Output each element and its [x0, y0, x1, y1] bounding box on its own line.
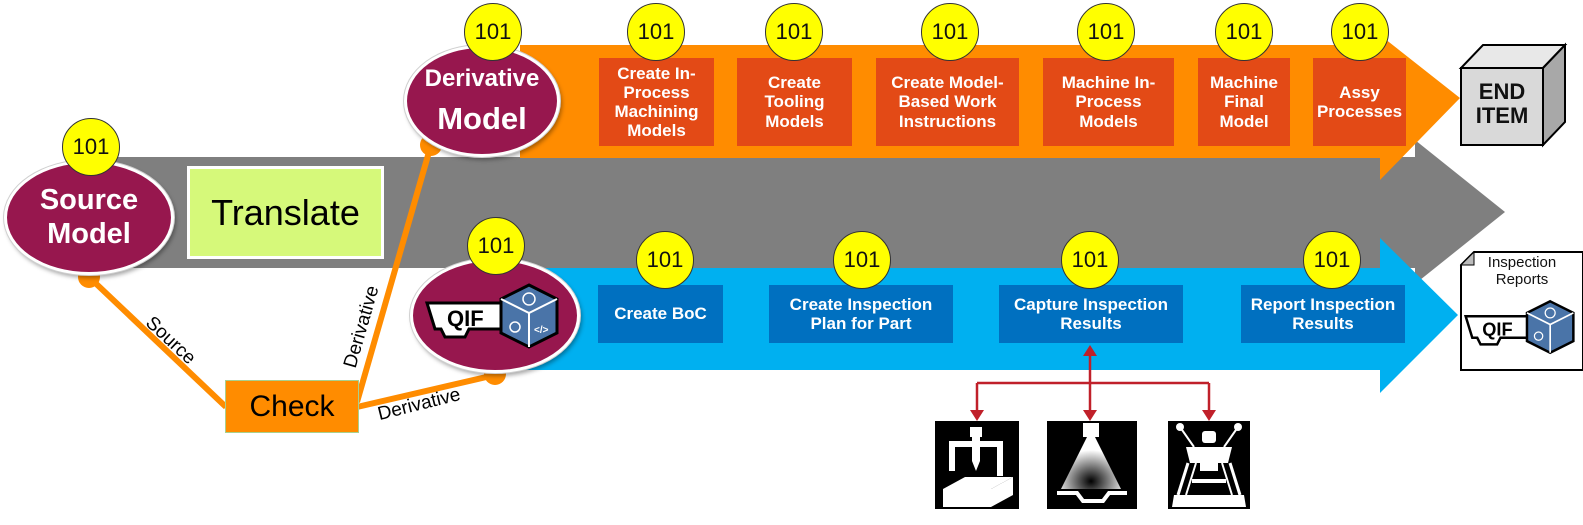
source-model-node[interactable]: Source Model	[4, 160, 174, 275]
orange-step-label-line: Models	[627, 121, 686, 141]
orange-step-label-line: Model	[1219, 111, 1269, 131]
orange-step-label-line: Tooling	[764, 92, 825, 112]
svg-text:QIF: QIF	[1482, 319, 1512, 339]
orange-step-badge: 101	[627, 3, 685, 61]
svg-text:QIF: QIF	[447, 306, 484, 331]
orange-step-badge: 101	[765, 3, 823, 61]
orange-step-badge: 101	[1077, 3, 1135, 61]
orange-step-label-line: Processes	[1316, 102, 1403, 121]
svg-text:</>: </>	[534, 325, 549, 336]
orange-step-label-line: Based Work	[898, 92, 997, 112]
orange-step-1[interactable]: Create In- Process Machining Models	[599, 58, 714, 146]
source-model-line2: Model	[47, 217, 131, 250]
source-model-line1: Source	[39, 184, 139, 217]
orange-step-label-line: Machine In-	[1061, 73, 1156, 93]
blue-step-label-line: Plan for Part	[810, 314, 912, 333]
orange-step-label-line: Instructions	[898, 111, 997, 131]
translate-label: Translate	[211, 191, 360, 233]
qif-model-node[interactable]: QIF </>	[410, 258, 580, 373]
blue-step-badge: 101	[636, 231, 694, 289]
link-arrowhead-arm	[1202, 410, 1216, 421]
source-model-badge: 101	[62, 118, 120, 176]
derivative-model-line2: Model	[437, 101, 527, 136]
orange-step-label-line: Models	[765, 111, 824, 131]
orange-step-label-line: Machining	[614, 102, 699, 121]
check-box[interactable]: Check	[225, 380, 359, 433]
scanner-device[interactable]	[1047, 421, 1137, 509]
inspection-reports-line2: Reports	[1495, 271, 1549, 289]
orange-step-label-line: Create	[768, 73, 821, 93]
cmm-device[interactable]	[935, 421, 1019, 509]
orange-step-3[interactable]: Create Model- Based Work Instructions	[876, 58, 1019, 146]
derivative-model-badge: 101	[464, 3, 522, 61]
orange-step-badge: 101	[921, 3, 979, 61]
orange-step-label-line: Create Model-	[891, 73, 1004, 93]
blue-step-label-line: Results	[1292, 314, 1354, 333]
orange-step-badge: 101	[1331, 3, 1389, 61]
orange-step-label-line: Process	[1075, 92, 1142, 112]
orange-step-badge: 101	[1215, 3, 1273, 61]
orange-step-label-line: Process	[623, 82, 690, 102]
blue-step-4[interactable]: Report Inspection Results	[1241, 285, 1405, 343]
check-label: Check	[249, 389, 335, 423]
orange-step-label-line: Create In-	[617, 63, 696, 83]
inspection-reports-label: Inspection Reports	[1466, 254, 1578, 289]
end-item-label: END ITEM	[1461, 79, 1543, 129]
orange-step-4[interactable]: Machine In- Process Models	[1043, 58, 1174, 146]
orange-step-6[interactable]: Assy Processes	[1313, 58, 1406, 146]
qif-model-badge: 101	[467, 217, 525, 275]
blue-step-label-line: Report Inspection	[1250, 294, 1396, 314]
derivative-model-line1: Derivative	[424, 65, 540, 92]
orange-step-2[interactable]: Create Tooling Models	[737, 58, 852, 146]
blue-step-label-line: Capture Inspection	[1014, 294, 1168, 314]
blue-step-badge: 101	[1061, 231, 1119, 289]
blue-step-label-line: Create Inspection	[789, 294, 933, 314]
arm-device[interactable]	[1168, 421, 1250, 509]
orange-step-label-line: Final	[1224, 92, 1264, 112]
inspection-reports-qif-icon: QIF	[1463, 299, 1575, 355]
end-item-line2: ITEM	[1475, 103, 1529, 129]
portable-measuring-arm-icon	[1172, 423, 1246, 507]
orange-step-5[interactable]: Machine Final Model	[1198, 58, 1290, 146]
coordinate-measuring-machine-icon	[943, 427, 1013, 507]
blue-step-1[interactable]: Create BoC	[598, 285, 723, 343]
orange-step-label-line: Machine	[1209, 73, 1279, 93]
derivative-model-node[interactable]: Derivative Model	[404, 45, 560, 157]
orange-step-label-line: Assy	[1339, 82, 1380, 102]
link-arrowhead-scanner	[1083, 410, 1097, 421]
end-item-line1: END	[1478, 79, 1526, 104]
orange-step-label-line: Models	[1079, 111, 1138, 131]
translate-box[interactable]: Translate	[187, 166, 384, 259]
blue-step-label-line: Results	[1060, 314, 1122, 333]
blue-step-2[interactable]: Create Inspection Plan for Part	[769, 285, 953, 343]
blue-step-3[interactable]: Capture Inspection Results	[999, 285, 1183, 343]
blue-step-badge: 101	[1303, 231, 1361, 289]
blue-step-label-line: Create BoC	[614, 304, 707, 324]
optical-scanner-icon	[1057, 423, 1127, 503]
qif-logo-icon: QIF </>	[425, 282, 559, 349]
link-arrowhead-cmm	[970, 410, 984, 421]
inspection-reports-line1: Inspection	[1487, 254, 1557, 271]
blue-step-badge: 101	[833, 231, 891, 289]
